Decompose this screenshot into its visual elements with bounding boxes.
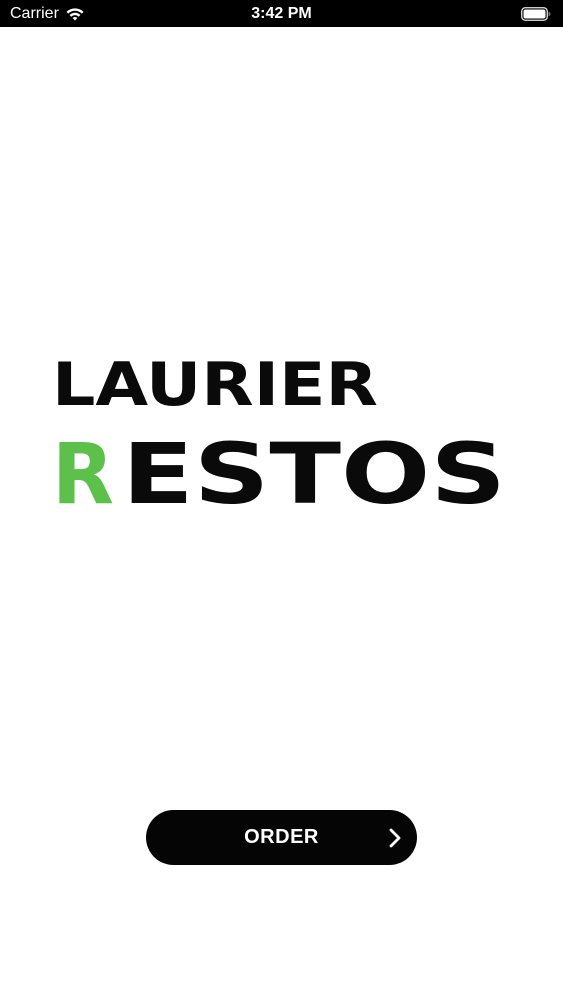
logo-line-laurier: LAURIER: [52, 355, 378, 420]
logo-letter-r: R: [52, 425, 114, 515]
order-button[interactable]: ORDER: [146, 810, 417, 865]
order-button-label: ORDER: [244, 826, 319, 848]
logo-svg: LAURIER R ESTOS: [52, 355, 506, 515]
status-bar: Carrier 3:42 PM: [0, 0, 563, 27]
battery-icon: [521, 7, 551, 21]
chevron-right-icon: [389, 828, 401, 848]
logo-line-estos: ESTOS: [122, 425, 506, 515]
status-time: 3:42 PM: [251, 5, 312, 22]
laurier-restos-logo: LAURIER R ESTOS: [52, 355, 512, 515]
